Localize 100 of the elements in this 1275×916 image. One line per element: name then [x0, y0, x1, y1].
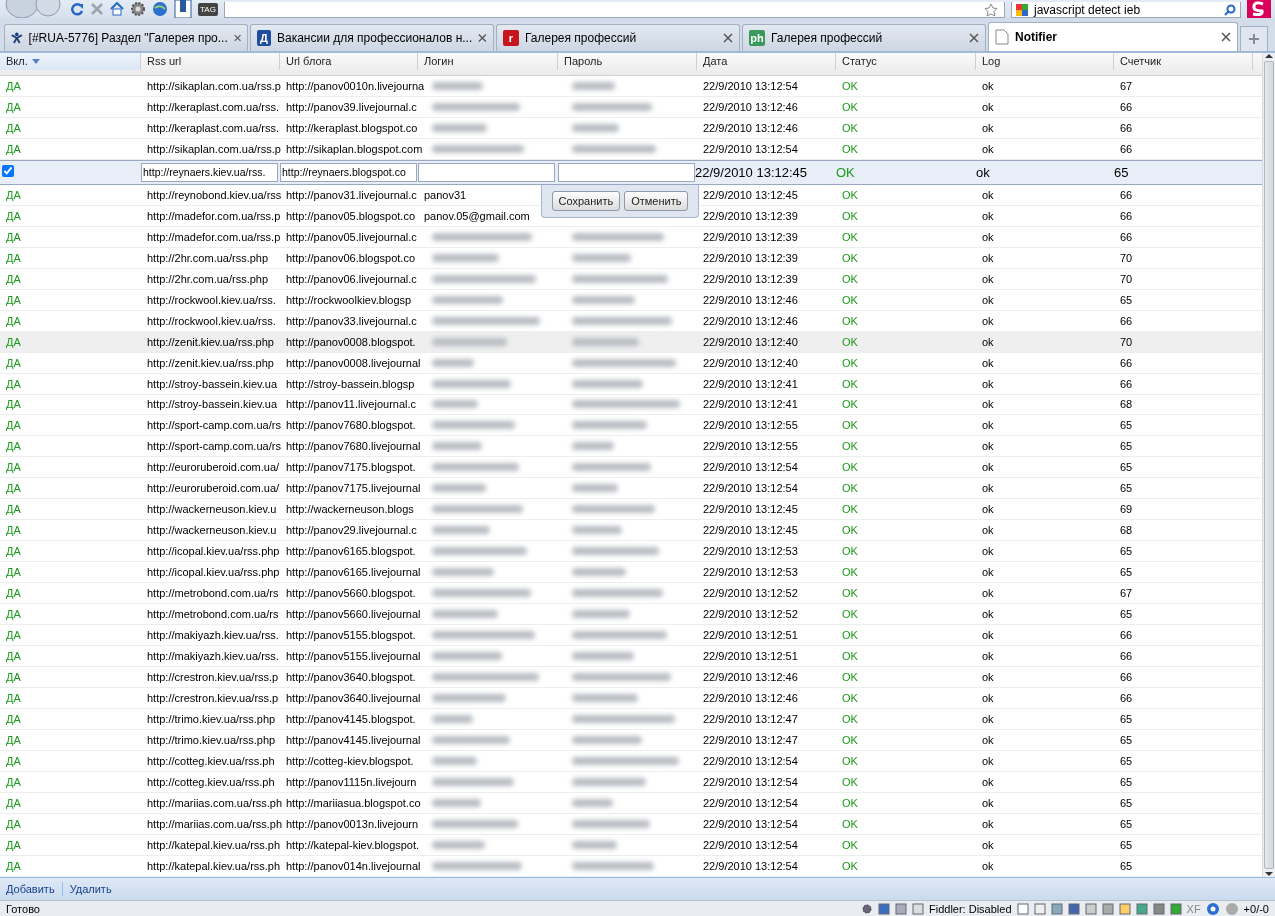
square-icon[interactable]: [1135, 902, 1148, 915]
browser-tab[interactable]: r Галерея профессий: [496, 24, 740, 51]
table-cell: 22/9/2010 13:12:39: [703, 251, 798, 264]
stop-icon[interactable]: [90, 2, 104, 16]
table-cell: 66: [1120, 671, 1133, 684]
square-icon[interactable]: [895, 902, 907, 915]
bookmark-icon[interactable]: [174, 0, 192, 18]
input-field[interactable]: [558, 162, 695, 182]
home-icon[interactable]: [110, 2, 124, 16]
input-field[interactable]: http://reynaers.blogspot.co: [280, 162, 417, 182]
square-icon[interactable]: [878, 902, 890, 915]
column-header[interactable]: Логин: [424, 55, 454, 68]
square-icon[interactable]: [1084, 902, 1097, 915]
table-cell: 22/9/2010 13:12:39: [703, 272, 798, 285]
square-icon[interactable]: [1033, 902, 1046, 915]
column-header[interactable]: Log: [982, 55, 1001, 68]
search-field[interactable]: javascript detect ieb: [1011, 2, 1241, 18]
editor-button[interactable]: Отменить: [624, 190, 689, 211]
fiddler-status[interactable]: Fiddler: Disabled: [929, 902, 1012, 915]
square-icon[interactable]: [1169, 902, 1182, 915]
browser-tab[interactable]: ph Галерея профессий: [742, 24, 986, 51]
close-icon[interactable]: [478, 33, 487, 43]
column-header[interactable]: Счетчик: [1120, 55, 1162, 68]
square-icon[interactable]: [1016, 902, 1029, 915]
table-cell: 65: [1120, 775, 1133, 788]
column-header[interactable]: Пароль: [564, 55, 603, 68]
address-field[interactable]: [223, 2, 1005, 18]
square-icon[interactable]: [912, 902, 924, 915]
table-cell: http://trimo.kiev.ua/rss.php: [147, 734, 276, 746]
s-logo-icon[interactable]: [1247, 0, 1271, 18]
table-cell: ДА: [6, 545, 21, 558]
gear-icon[interactable]: [861, 902, 873, 915]
table-cell: http://panov0008.livejournal: [286, 356, 421, 369]
table-cell: http://panov7175.blogspot.: [286, 461, 416, 474]
checkbox[interactable]: [2, 164, 14, 177]
column-header[interactable]: Вкл.: [6, 55, 28, 68]
settings-icon[interactable]: [130, 1, 146, 17]
table-cell: ДА: [6, 356, 21, 369]
editor-button[interactable]: Сохранить: [551, 190, 621, 211]
table-cell: http://stroy-bassein.kiev.ua: [147, 377, 278, 390]
close-icon[interactable]: [723, 33, 733, 43]
table-cell: OK: [842, 754, 858, 767]
table-cell: http://keraplast.com.ua/rss.: [147, 100, 280, 113]
search-engine-icon[interactable]: [1016, 3, 1030, 16]
square-icon[interactable]: [1118, 902, 1131, 915]
table-cell: ok: [982, 209, 994, 222]
sort-arrow-icon[interactable]: [31, 59, 40, 64]
scrollbar[interactable]: [1262, 53, 1275, 877]
close-icon[interactable]: [969, 33, 979, 43]
table-cell: ok: [976, 164, 990, 180]
browser-tab[interactable]: Д Вакансии для профессионалов н...: [250, 24, 494, 51]
square-icon[interactable]: [1067, 902, 1080, 915]
table-cell: http://zenit.kiev.ua/rss.php: [147, 356, 274, 369]
column-header[interactable]: Rss url: [147, 55, 182, 68]
toolbar-button[interactable]: Удалить: [65, 881, 116, 897]
table-cell: http://2hr.com.ua/rss.php: [147, 272, 269, 285]
table-cell: http://panov6165.livejournal: [286, 566, 421, 579]
table-cell: ДА: [6, 734, 21, 746]
square-icon[interactable]: [1101, 902, 1114, 915]
table-cell: 22/9/2010 13:12:47: [703, 713, 798, 725]
table-cell: ok: [982, 230, 994, 243]
table-cell: ДА: [6, 838, 21, 851]
table-cell: http://keraplast.blogspot.co: [286, 121, 418, 134]
table-cell: http://katepal.kiev.ua/rss.ph: [147, 838, 281, 851]
table-cell: ok: [982, 775, 994, 788]
site-logo-icon: r: [503, 30, 519, 46]
table-cell: http://katepal-kiev.blogspot.: [286, 838, 420, 851]
square-icon[interactable]: [1050, 902, 1063, 915]
star-icon[interactable]: [984, 2, 998, 17]
square-icon[interactable]: [1152, 902, 1165, 915]
table-cell: 66: [1120, 629, 1133, 642]
table-cell: ДА: [6, 251, 21, 264]
highlighted-row[interactable]: ДА http://zenit.kiev.ua/rss.php http://panov0008.blogspot. 22/9/2010 13:12:40 OK ok 70: [0, 331, 1262, 353]
table-cell: ok: [982, 692, 994, 705]
column-header[interactable]: Статус: [842, 55, 877, 68]
table-cell: 68: [1120, 524, 1133, 537]
input-field[interactable]: [418, 162, 555, 182]
close-icon[interactable]: [233, 33, 241, 43]
browser-tab[interactable]: [#RUA-5776] Раздел "Галерея про...: [4, 24, 248, 51]
table-cell: 66: [1120, 100, 1133, 113]
column-header[interactable]: Дата: [703, 55, 728, 68]
input-field[interactable]: http://reynaers.kiev.ua/rss.: [141, 162, 278, 182]
table-cell: OK: [842, 817, 858, 830]
close-icon[interactable]: [1221, 32, 1231, 42]
table-cell: ДА: [6, 142, 21, 155]
search-icon[interactable]: [1224, 3, 1236, 16]
column-header[interactable]: Url блога: [286, 55, 332, 68]
table-cell: http://panov5155.blogspot.: [286, 629, 416, 642]
toolbar-button[interactable]: Добавить: [2, 881, 59, 897]
table-cell: 65: [1120, 713, 1133, 725]
navigation-buttons-icon[interactable]: [4, 0, 64, 18]
reload-icon[interactable]: [70, 2, 84, 16]
scroll-thumb[interactable]: [1264, 61, 1274, 869]
table-cell: http://trimo.kiev.ua/rss.php: [147, 713, 276, 725]
table-cell: 22/9/2010 13:12:55: [703, 440, 798, 453]
tag-icon[interactable]: TAG: [198, 2, 218, 16]
table-cell: http://sport-camp.com.ua/rs: [147, 440, 281, 453]
table-cell: ok: [982, 335, 994, 348]
circle-icon[interactable]: [1205, 901, 1220, 916]
browser-tab[interactable]: Notifier: [988, 22, 1238, 51]
